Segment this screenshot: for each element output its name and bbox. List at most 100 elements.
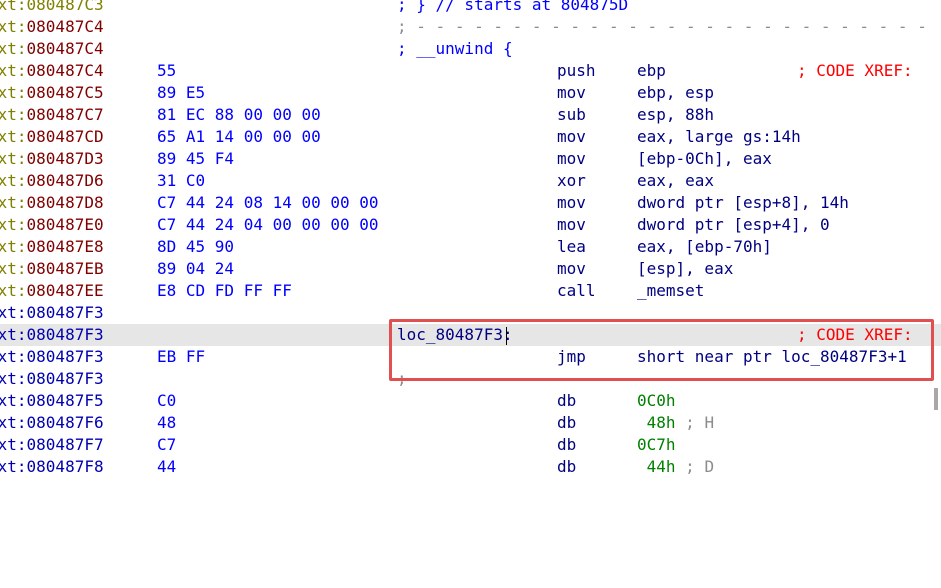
opcode-bytes: C7 44 24 04 00 00 00 00 xyxy=(157,215,379,234)
separator-comment: ; xyxy=(397,369,407,388)
address-cell: ext:080487D3 xyxy=(0,149,104,168)
opcode-bytes: 48 xyxy=(157,413,177,432)
instruction-operands[interactable]: dword ptr [esp+8], 14h xyxy=(637,192,849,214)
listing-line[interactable]: ext:080487D8 C7 44 24 08 14 00 00 00 mov… xyxy=(0,192,941,214)
instruction-mnemonic[interactable]: mov xyxy=(557,126,586,148)
data-directive[interactable]: db xyxy=(557,456,576,478)
opcode-bytes: 44 xyxy=(157,457,177,476)
instruction-mnemonic[interactable]: jmp xyxy=(557,346,586,368)
instruction-operands[interactable]: _memset xyxy=(637,280,704,302)
opcode-bytes: EB FF xyxy=(157,347,206,366)
data-directive[interactable]: db xyxy=(557,434,576,456)
listing-line[interactable]: ext:080487F5 C0 db 0C0h xyxy=(0,390,941,412)
listing-line[interactable]: ext:080487F7 C7 db 0C7h xyxy=(0,434,941,456)
separator-comment: ; - - - - - - - - - - - - - - - - - - - … xyxy=(397,17,927,36)
listing-line[interactable]: ext:080487C4 ; - - - - - - - - - - - - -… xyxy=(0,16,941,38)
opcode-bytes: 89 45 F4 xyxy=(157,149,235,168)
address-cell: ext:080487C4 xyxy=(0,17,104,36)
listing-line[interactable]: ext:080487C7 81 EC 88 00 00 00 sub esp, … xyxy=(0,104,941,126)
xref-comment[interactable]: ; CODE XREF: xyxy=(797,324,913,346)
address-cell: ext:080487F5 xyxy=(0,391,104,410)
listing-line[interactable]: ext:080487E0 C7 44 24 04 00 00 00 00 mov… xyxy=(0,214,941,236)
text-cursor xyxy=(506,324,507,346)
opcode-bytes: 65 A1 14 00 00 00 xyxy=(157,127,321,146)
listing-line[interactable]: ext:080487F6 48 db 48h ; H xyxy=(0,412,941,434)
address-cell: ext:080487E8 xyxy=(0,237,104,256)
instruction-mnemonic[interactable]: xor xyxy=(557,170,586,192)
listing-line[interactable]: ext:080487F3 xyxy=(0,302,941,324)
vertical-scrollbar-thumb[interactable] xyxy=(934,388,938,410)
address-cell: ext:080487EE xyxy=(0,281,104,300)
instruction-mnemonic[interactable]: call xyxy=(557,280,596,302)
listing-line[interactable]: ext:080487F8 44 db 44h ; D xyxy=(0,456,941,478)
opcode-bytes: C7 44 24 08 14 00 00 00 xyxy=(157,193,379,212)
opcode-bytes: 89 04 24 xyxy=(157,259,235,278)
listing-line[interactable]: ext:080487C4 ; __unwind { xyxy=(0,38,941,60)
instruction-operands[interactable]: eax, eax xyxy=(637,170,714,192)
code-label[interactable]: loc_80487F3: xyxy=(397,324,513,346)
instruction-mnemonic[interactable]: mov xyxy=(557,192,586,214)
address-cell: ext:080487EB xyxy=(0,259,104,278)
address-cell: ext:080487C5 xyxy=(0,83,104,102)
address-cell: ext:080487CD xyxy=(0,127,104,146)
data-value[interactable]: 0C7h xyxy=(637,434,676,456)
listing-line[interactable]: ext:080487F3 EB FF jmp short near ptr lo… xyxy=(0,346,941,368)
data-value[interactable]: 44h ; D xyxy=(637,456,714,478)
unwind-comment: ; __unwind { xyxy=(397,39,513,58)
opcode-bytes: 55 xyxy=(157,61,177,80)
instruction-operands[interactable]: esp, 88h xyxy=(637,104,714,126)
instruction-mnemonic[interactable]: lea xyxy=(557,236,586,258)
disassembly-view[interactable]: ext:080487C3 ; } // starts at 804875D ex… xyxy=(0,0,941,476)
opcode-bytes: 89 E5 xyxy=(157,83,206,102)
address-cell: ext:080487F3 xyxy=(0,303,104,322)
xref-comment[interactable]: ; CODE XREF: xyxy=(797,60,913,82)
address-cell: ext:080487F8 xyxy=(0,457,104,476)
instruction-operands[interactable]: dword ptr [esp+4], 0 xyxy=(637,214,830,236)
instruction-mnemonic[interactable]: mov xyxy=(557,82,586,104)
listing-line[interactable]: ext:080487C4 55 push ebp ; CODE XREF: xyxy=(0,60,941,82)
address-cell: ext:080487F3 xyxy=(0,325,104,344)
listing-line[interactable]: ext:080487EB 89 04 24 mov [esp], eax xyxy=(0,258,941,280)
address-cell: ext:080487C4 xyxy=(0,39,104,58)
instruction-operands[interactable]: [ebp-0Ch], eax xyxy=(637,148,772,170)
address-cell: ext:080487C3 xyxy=(0,0,104,14)
address-cell: ext:080487C4 xyxy=(0,61,104,80)
listing-line[interactable]: ext:080487F3 ; xyxy=(0,368,941,390)
listing-line[interactable]: ext:080487C5 89 E5 mov ebp, esp xyxy=(0,82,941,104)
opcode-bytes: C0 xyxy=(157,391,177,410)
address-cell: ext:080487D6 xyxy=(0,171,104,190)
instruction-mnemonic[interactable]: sub xyxy=(557,104,586,126)
instruction-operands[interactable]: short near ptr loc_80487F3+1 xyxy=(637,346,907,368)
instruction-mnemonic[interactable]: mov xyxy=(557,258,586,280)
instruction-operands[interactable]: eax, [ebp-70h] xyxy=(637,236,772,258)
listing-line-current[interactable]: ext:080487F3 loc_80487F3: ; CODE XREF: xyxy=(0,324,941,346)
instruction-operands[interactable]: [esp], eax xyxy=(637,258,733,280)
instruction-operands[interactable]: eax, large gs:14h xyxy=(637,126,801,148)
data-value[interactable]: 0C0h xyxy=(637,390,676,412)
listing-line[interactable]: ext:080487E8 8D 45 90 lea eax, [ebp-70h] xyxy=(0,236,941,258)
address-cell: ext:080487E0 xyxy=(0,215,104,234)
address-cell: ext:080487F3 xyxy=(0,347,104,366)
listing-line[interactable]: ext:080487CD 65 A1 14 00 00 00 mov eax, … xyxy=(0,126,941,148)
data-directive[interactable]: db xyxy=(557,412,576,434)
address-cell: ext:080487F3 xyxy=(0,369,104,388)
instruction-mnemonic[interactable]: mov xyxy=(557,148,586,170)
listing-line[interactable]: ext:080487C3 ; } // starts at 804875D xyxy=(0,0,941,16)
data-value[interactable]: 48h ; H xyxy=(637,412,714,434)
label-text[interactable]: loc_80487F3: xyxy=(397,325,513,344)
address-cell: ext:080487C7 xyxy=(0,105,104,124)
instruction-mnemonic[interactable]: push xyxy=(557,60,596,82)
listing-line[interactable]: ext:080487D3 89 45 F4 mov [ebp-0Ch], eax xyxy=(0,148,941,170)
opcode-bytes: 8D 45 90 xyxy=(157,237,235,256)
listing-line[interactable]: ext:080487D6 31 C0 xor eax, eax xyxy=(0,170,941,192)
opcode-bytes: 81 EC 88 00 00 00 xyxy=(157,105,321,124)
instruction-mnemonic[interactable]: mov xyxy=(557,214,586,236)
listing-line[interactable]: ext:080487EE E8 CD FD FF FF call _memset xyxy=(0,280,941,302)
address-cell: ext:080487D8 xyxy=(0,193,104,212)
data-directive[interactable]: db xyxy=(557,390,576,412)
instruction-operands[interactable]: ebp xyxy=(637,60,666,82)
instruction-operands[interactable]: ebp, esp xyxy=(637,82,714,104)
address-cell: ext:080487F6 xyxy=(0,413,104,432)
opcode-bytes: C7 xyxy=(157,435,177,454)
function-end-comment: ; } // starts at 804875D xyxy=(397,0,629,14)
